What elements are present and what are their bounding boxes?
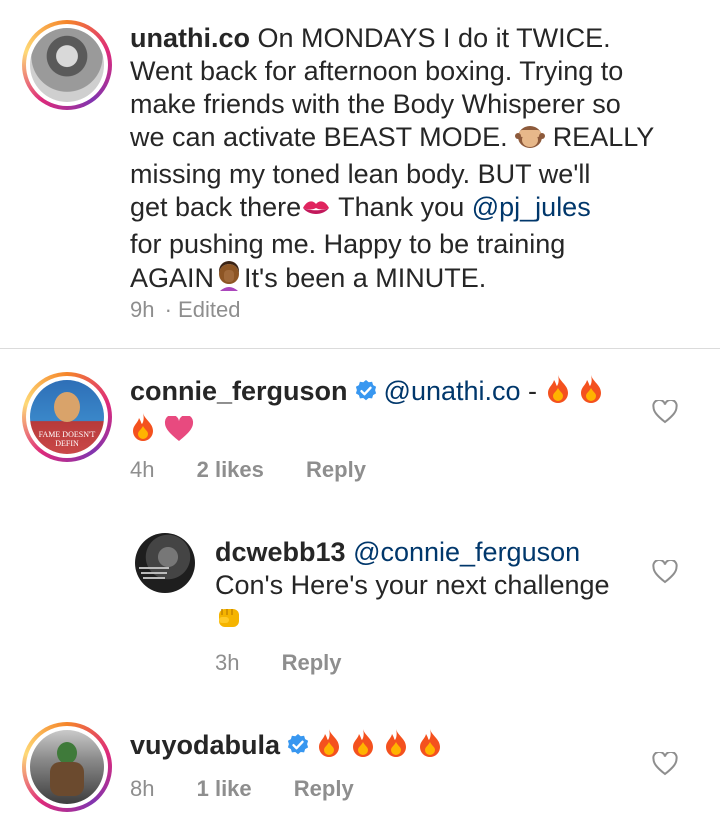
mention-link[interactable]: @pj_jules bbox=[472, 192, 591, 222]
avatar-dcwebb13[interactable] bbox=[135, 533, 195, 593]
avatar-vuyodabula[interactable] bbox=[30, 730, 104, 804]
fire-icon bbox=[350, 728, 376, 766]
verified-badge-icon bbox=[354, 378, 378, 402]
pink-heart-icon bbox=[164, 414, 194, 450]
caption-time: 9h bbox=[130, 297, 155, 322]
fist-icon bbox=[215, 603, 243, 639]
comment-text: connie_ferguson @unathi.co - bbox=[130, 374, 630, 450]
likes-count[interactable]: 1 like bbox=[197, 776, 252, 802]
caption-edited: · Edited bbox=[164, 297, 241, 322]
fire-icon bbox=[130, 412, 156, 450]
verified-badge-icon bbox=[286, 732, 310, 756]
comment-text: vuyodabula bbox=[130, 728, 630, 766]
comment-time: 4h bbox=[130, 457, 155, 482]
fire-icon bbox=[316, 728, 342, 766]
likes-count[interactable]: 2 likes bbox=[197, 457, 264, 483]
mention-link[interactable]: @unathi.co bbox=[384, 376, 521, 406]
divider bbox=[0, 348, 720, 349]
comment-meta: 4h 2 likes Reply bbox=[130, 457, 366, 483]
reply-button[interactable]: Reply bbox=[306, 457, 366, 483]
reply-button[interactable]: Reply bbox=[294, 776, 354, 802]
avatar-connie[interactable]: FAME DOESN'T DEFIN bbox=[30, 380, 104, 454]
caption-username[interactable]: unathi.co bbox=[130, 23, 250, 53]
comment-time: 8h bbox=[130, 776, 155, 801]
comment-text: dcwebb13 @connie_ferguson Con's Here's y… bbox=[215, 536, 635, 639]
mention-link[interactable]: @connie_ferguson bbox=[353, 537, 580, 567]
fire-icon bbox=[578, 374, 604, 412]
like-heart-icon[interactable] bbox=[652, 750, 678, 776]
fire-icon bbox=[417, 728, 443, 766]
post-caption: unathi.co On MONDAYS I do it TWICE. Went… bbox=[0, 0, 720, 348]
comment-username[interactable]: dcwebb13 bbox=[215, 537, 346, 567]
comment-meta: 8h 1 like Reply bbox=[130, 776, 354, 802]
comment-meta: 3h Reply bbox=[215, 650, 342, 676]
reply-button[interactable]: Reply bbox=[282, 650, 342, 676]
fire-icon bbox=[545, 374, 571, 412]
facepalm-icon bbox=[214, 261, 244, 299]
like-heart-icon[interactable] bbox=[652, 398, 678, 424]
comment-username[interactable]: vuyodabula bbox=[130, 730, 280, 760]
fire-icon bbox=[383, 728, 409, 766]
avatar-unathi[interactable] bbox=[30, 28, 104, 102]
caption-text: unathi.co On MONDAYS I do it TWICE. Went… bbox=[130, 22, 690, 299]
comment-username[interactable]: connie_ferguson bbox=[130, 376, 348, 406]
kiss-mark-icon bbox=[301, 195, 331, 228]
caption-meta: 9h · Edited bbox=[130, 297, 240, 323]
like-heart-icon[interactable] bbox=[652, 558, 678, 584]
comment-time: 3h bbox=[215, 650, 240, 675]
see-no-evil-monkey-icon bbox=[515, 122, 546, 158]
